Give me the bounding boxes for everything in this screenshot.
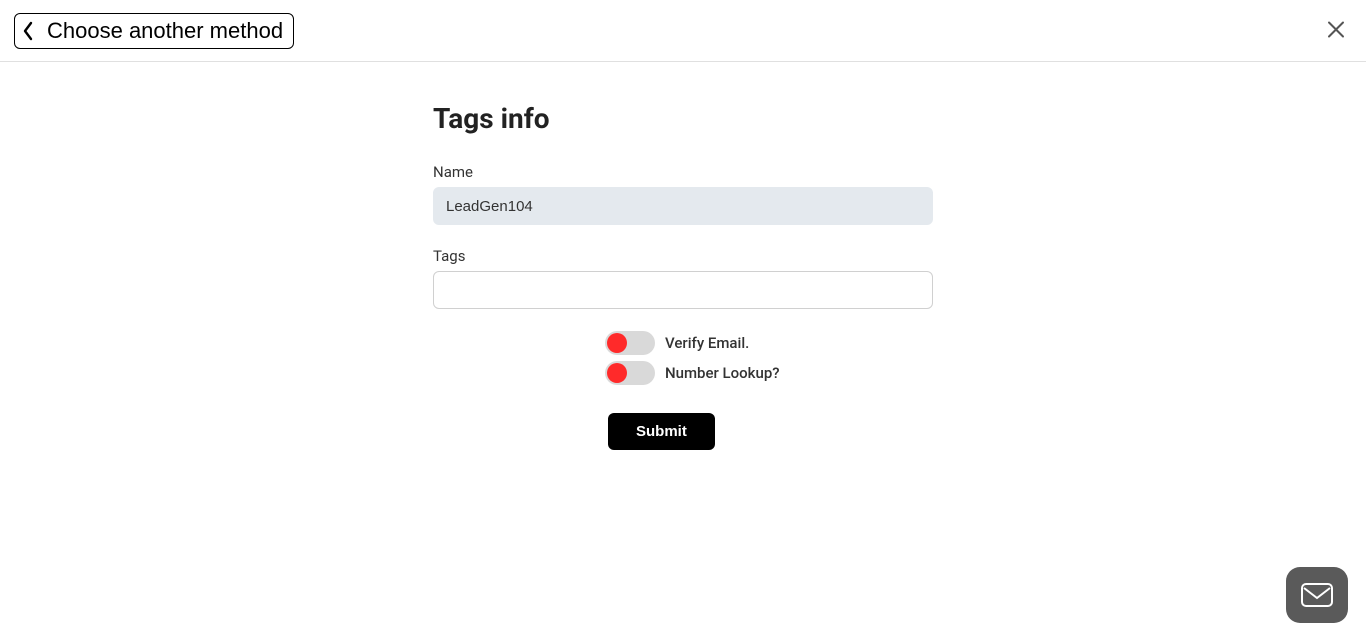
submit-button[interactable]: Submit — [608, 413, 715, 450]
number-lookup-row: Number Lookup? — [433, 361, 933, 385]
name-field: Name — [433, 163, 933, 225]
tags-input[interactable] — [433, 271, 933, 309]
back-button[interactable]: Choose another method — [14, 13, 294, 49]
verify-email-row: Verify Email. — [433, 331, 933, 355]
verify-email-toggle[interactable] — [605, 331, 655, 355]
number-lookup-toggle[interactable] — [605, 361, 655, 385]
back-button-label: Choose another method — [47, 18, 283, 44]
tags-info-form: Tags info Name Tags Verify Email. Number… — [433, 102, 933, 490]
number-lookup-label: Number Lookup? — [665, 364, 780, 382]
chevron-left-icon — [21, 21, 35, 41]
mail-icon — [1301, 582, 1333, 608]
name-input[interactable] — [433, 187, 933, 225]
name-label: Name — [433, 163, 933, 181]
tags-label: Tags — [433, 247, 933, 265]
page-title: Tags info — [433, 102, 933, 135]
close-button[interactable] — [1320, 13, 1352, 48]
verify-email-label: Verify Email. — [665, 334, 749, 352]
mail-widget-button[interactable] — [1286, 567, 1348, 623]
close-icon — [1326, 19, 1346, 39]
header-bar: Choose another method — [0, 0, 1366, 62]
tags-field: Tags — [433, 247, 933, 309]
toggles-group: Verify Email. Number Lookup? — [433, 331, 933, 385]
